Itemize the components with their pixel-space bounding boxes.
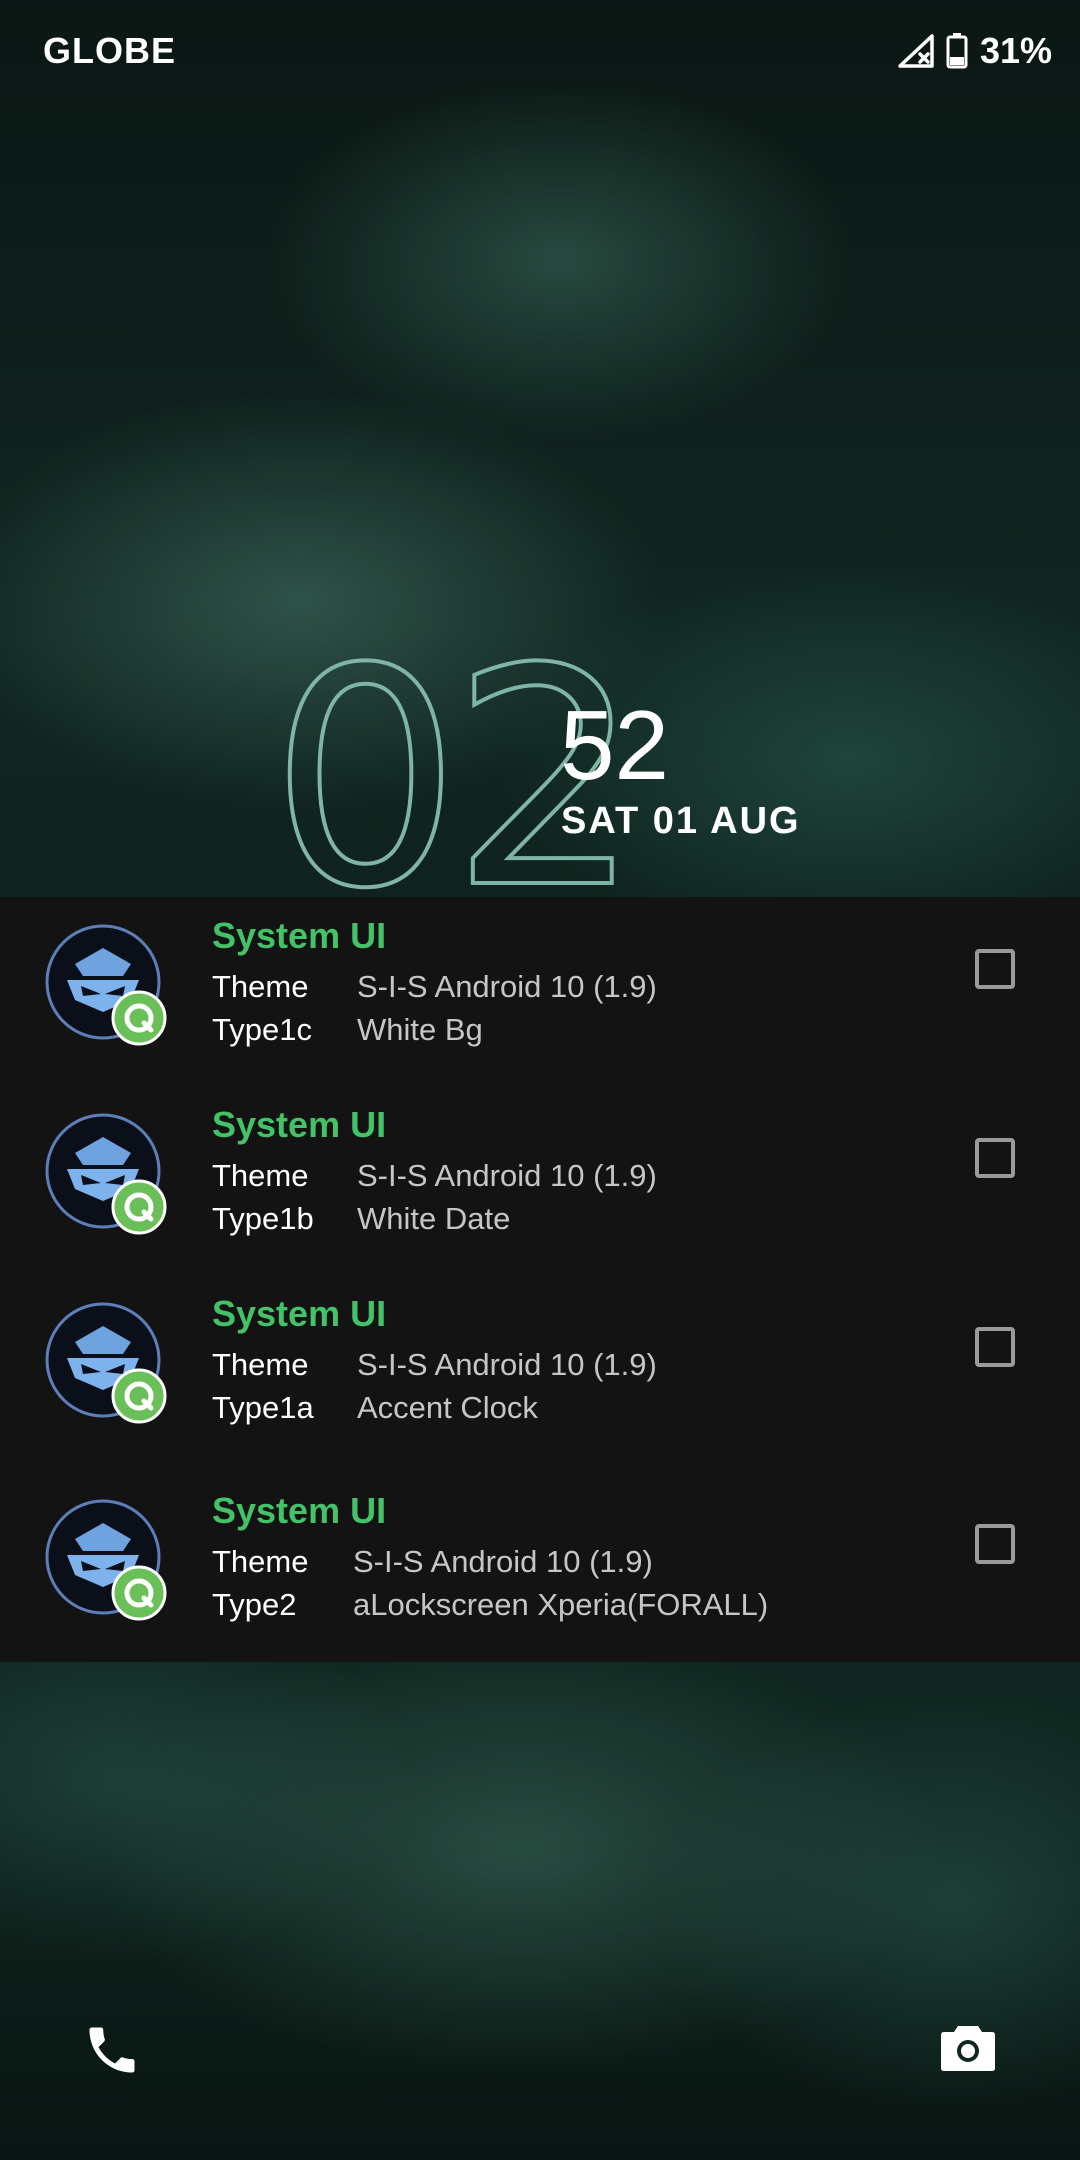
battery-icon: [946, 33, 968, 69]
row-key: Theme: [212, 1347, 309, 1382]
row-value: S-I-S Android 10 (1.9): [357, 969, 657, 1004]
notification-item[interactable]: System UI Theme S-I-S Android 10 (1.9) T…: [0, 1275, 1080, 1455]
substratum-app-icon: [45, 1302, 167, 1424]
status-bar: GLOBE 31%: [0, 0, 1080, 110]
carrier-name: GLOBE: [43, 30, 177, 71]
row-value: aLockscreen Xperia(FORALL): [353, 1587, 769, 1622]
battery-percent: 31%: [979, 30, 1052, 71]
row-key: Theme: [212, 1544, 309, 1579]
notification-title: System UI: [212, 1293, 387, 1334]
notification-title: System UI: [212, 915, 387, 956]
substratum-app-icon: [45, 924, 167, 1046]
row-value: S-I-S Android 10 (1.9): [353, 1544, 653, 1579]
notification-title: System UI: [212, 1104, 387, 1145]
notification-item[interactable]: System UI Theme S-I-S Android 10 (1.9) T…: [0, 897, 1080, 1077]
status-icons: 31%: [898, 30, 1052, 72]
notification-title: System UI: [212, 1490, 387, 1531]
substratum-app-icon: [45, 1113, 167, 1235]
camera-icon[interactable]: [940, 2022, 996, 2072]
notification-item[interactable]: System UI Theme S-I-S Android 10 (1.9) T…: [0, 1472, 1080, 1652]
row-value: S-I-S Android 10 (1.9): [357, 1158, 657, 1193]
row-value: S-I-S Android 10 (1.9): [357, 1347, 657, 1382]
select-checkbox[interactable]: [975, 949, 1015, 989]
notification-list: System UI Theme S-I-S Android 10 (1.9) T…: [0, 897, 1080, 1662]
row-key: Type2: [212, 1587, 297, 1622]
select-checkbox[interactable]: [975, 1524, 1015, 1564]
substratum-app-icon: [45, 1499, 167, 1621]
notification-item[interactable]: System UI Theme S-I-S Android 10 (1.9) T…: [0, 1086, 1080, 1266]
select-checkbox[interactable]: [975, 1327, 1015, 1367]
clock-date: SAT 01 AUG: [561, 800, 801, 842]
row-value: White Bg: [357, 1012, 483, 1047]
lockscreen-clock: 02 52 SAT 01 AUG: [268, 628, 870, 932]
row-key: Type1b: [212, 1201, 314, 1236]
row-value: Accent Clock: [357, 1390, 538, 1425]
row-key: Type1c: [212, 1012, 312, 1047]
phone-icon[interactable]: [82, 2020, 142, 2080]
row-key: Theme: [212, 969, 309, 1004]
select-checkbox[interactable]: [975, 1138, 1015, 1178]
row-value: White Date: [357, 1201, 511, 1236]
row-key: Type1a: [212, 1390, 314, 1425]
signal-no-service-icon: [898, 34, 934, 68]
clock-minutes: 52: [560, 690, 670, 800]
row-key: Theme: [212, 1158, 309, 1193]
